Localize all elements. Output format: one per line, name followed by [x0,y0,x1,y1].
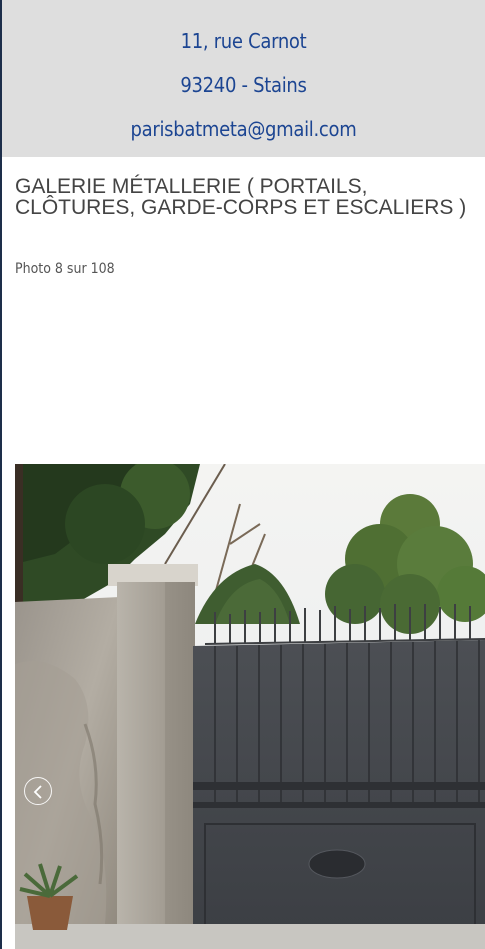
photo-counter: Photo 8 sur 108 [15,261,115,277]
contact-city: 93240 - Stains [180,73,307,97]
gallery-title: GALERIE MÉTALLERIE ( PORTAILS, CLÔTURES,… [15,175,467,219]
contact-email[interactable]: parisbatmeta@gmail.com [2,117,485,141]
gate-photo-image [15,464,485,949]
previous-photo-button[interactable] [24,777,52,805]
chevron-left-icon [33,785,42,799]
gallery-photo [15,464,485,949]
contact-address: 11, rue Carnot [180,29,307,53]
contact-banner: 11, rue Carnot 93240 - Stains parisbatme… [2,0,485,157]
